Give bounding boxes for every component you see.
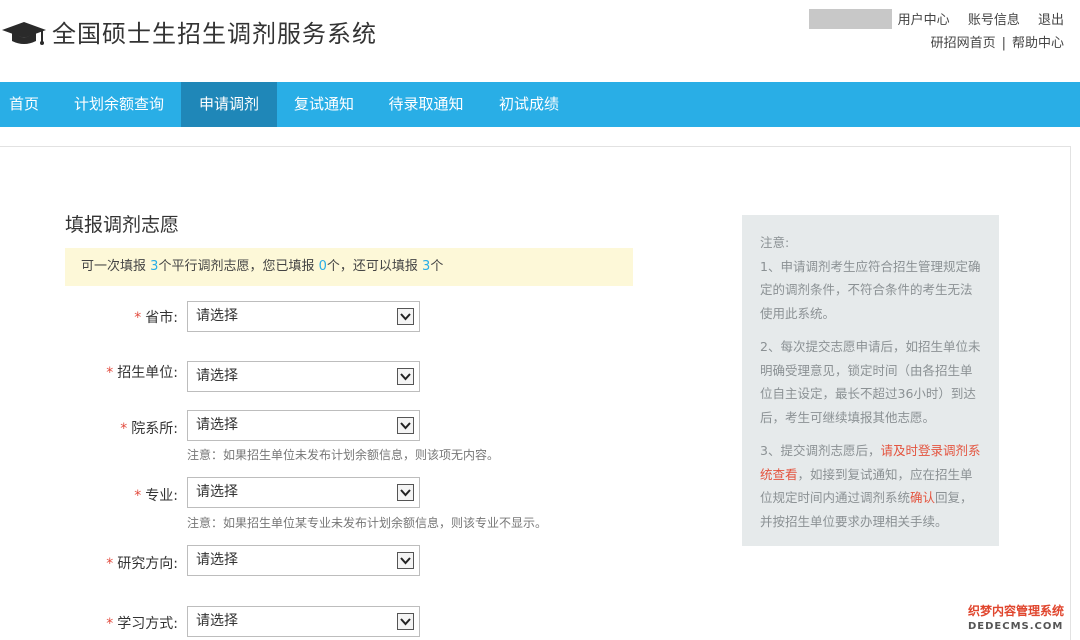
nav-admission-notice[interactable]: 待录取通知	[371, 82, 481, 127]
department-hint: 注意：如果招生单位未发布计划余额信息，则该项无内容。	[187, 448, 500, 462]
study-mode-label: * 学习方式:	[58, 613, 178, 633]
watermark: 织梦内容管理系统 DEDECMS.COM	[968, 604, 1074, 634]
watermark-line-2: DEDECMS.COM	[968, 621, 1064, 632]
chevron-down-icon	[397, 484, 414, 501]
institution-label-text: 招生单位:	[117, 365, 178, 381]
notice-item-2: 2、每次提交志愿申请后，如招生单位未明确受理意见，锁定时间（由各招生单位自主设定…	[760, 339, 981, 425]
chevron-down-icon	[397, 613, 414, 630]
chevron-down-icon	[397, 417, 414, 434]
chevron-down-icon	[397, 552, 414, 569]
notice-item-3-text-a: 3、提交调剂志愿后，	[760, 443, 881, 458]
required-mark: *	[134, 488, 142, 504]
help-center-link[interactable]: 帮助中心	[1012, 36, 1064, 51]
chevron-down-icon	[397, 368, 414, 385]
required-mark: *	[134, 310, 142, 326]
study-mode-select[interactable]: 请选择	[187, 606, 420, 637]
top-links: 用户中心 账号信息 退出	[884, 9, 1064, 28]
section-title: 填报调剂志愿	[65, 214, 180, 236]
research-direction-label-text: 研究方向:	[117, 556, 178, 572]
site-title: 全国硕士生招生调剂服务系统	[52, 20, 377, 48]
department-label: * 院系所:	[58, 418, 178, 438]
study-mode-select-value: 请选择	[196, 613, 238, 629]
user-center-link[interactable]: 用户中心	[898, 13, 950, 28]
notice-item-3: 3、提交调剂志愿后，请及时登录调剂系统查看，如接到复试通知，应在招生单位规定时间…	[760, 439, 981, 533]
research-direction-select[interactable]: 请选择	[187, 545, 420, 576]
institution-select[interactable]: 请选择	[187, 361, 420, 392]
quota-text-2: 个平行调剂志愿，您已填报	[158, 259, 315, 274]
institution-label: * 招生单位:	[58, 362, 178, 382]
nav-initial-score[interactable]: 初试成绩	[481, 82, 577, 127]
notice-title: 注意:	[760, 235, 790, 250]
nav-plan-balance[interactable]: 计划余额查询	[57, 82, 181, 127]
nav-home[interactable]: 首页	[0, 82, 48, 127]
major-label: * 专业:	[58, 485, 178, 505]
nav-retest-notice[interactable]: 复试通知	[277, 82, 371, 127]
study-mode-label-text: 学习方式:	[117, 616, 178, 632]
username-redacted	[809, 9, 892, 29]
nav-apply-adjustment[interactable]: 申请调剂	[181, 82, 277, 127]
quota-banner: 可一次填报 3个平行调剂志愿，您已填报 0个，还可以填报 3个	[65, 248, 633, 286]
quota-filled: 0	[318, 259, 327, 274]
quota-text-4: 个	[430, 259, 444, 274]
province-label-text: 省市:	[145, 310, 178, 326]
chevron-down-icon	[397, 308, 414, 325]
required-mark: *	[106, 616, 114, 632]
watermark-line-1: 织梦内容管理系统	[968, 604, 1065, 618]
required-mark: *	[106, 556, 114, 572]
department-label-text: 院系所:	[131, 421, 178, 437]
graduation-cap-icon	[2, 22, 46, 45]
logout-link[interactable]: 退出	[1038, 13, 1064, 28]
institution-select-value: 请选择	[196, 368, 238, 384]
quota-text-1: 可一次填报	[81, 259, 147, 274]
province-select[interactable]: 请选择	[187, 301, 420, 332]
sub-links: 研招网首页 | 帮助中心	[931, 32, 1064, 51]
quota-text-3: 个，还可以填报	[326, 259, 418, 274]
account-info-link[interactable]: 账号信息	[968, 13, 1020, 28]
major-select[interactable]: 请选择	[187, 477, 420, 508]
notice-item-1: 1、申请调剂考生应符合招生管理规定确定的调剂条件，不符合条件的考生无法使用此系统…	[760, 258, 981, 321]
research-direction-label: * 研究方向:	[58, 553, 178, 573]
province-label: * 省市:	[58, 307, 178, 327]
major-hint: 注意：如果招生单位某专业未发布计划余额信息，则该专业不显示。	[187, 516, 548, 530]
required-mark: *	[120, 421, 128, 437]
major-label-text: 专业:	[145, 488, 178, 504]
header: 全国硕士生招生调剂服务系统 用户中心 账号信息 退出 研招网首页 | 帮助中心	[0, 0, 1080, 82]
research-direction-select-value: 请选择	[196, 552, 238, 568]
department-select[interactable]: 请选择	[187, 410, 420, 441]
notice-item-3-highlight-2: 确认	[910, 490, 936, 505]
major-select-value: 请选择	[196, 484, 238, 500]
main-nav: 首页 计划余额查询 申请调剂 复试通知 待录取通知 初试成绩	[0, 82, 1080, 127]
notice-panel: 注意: 1、申请调剂考生应符合招生管理规定确定的调剂条件，不符合条件的考生无法使…	[742, 215, 999, 546]
link-separator: |	[1001, 36, 1006, 51]
department-select-value: 请选择	[196, 417, 238, 433]
yanzhao-home-link[interactable]: 研招网首页	[931, 36, 996, 51]
required-mark: *	[106, 365, 114, 381]
province-select-value: 请选择	[196, 308, 238, 324]
